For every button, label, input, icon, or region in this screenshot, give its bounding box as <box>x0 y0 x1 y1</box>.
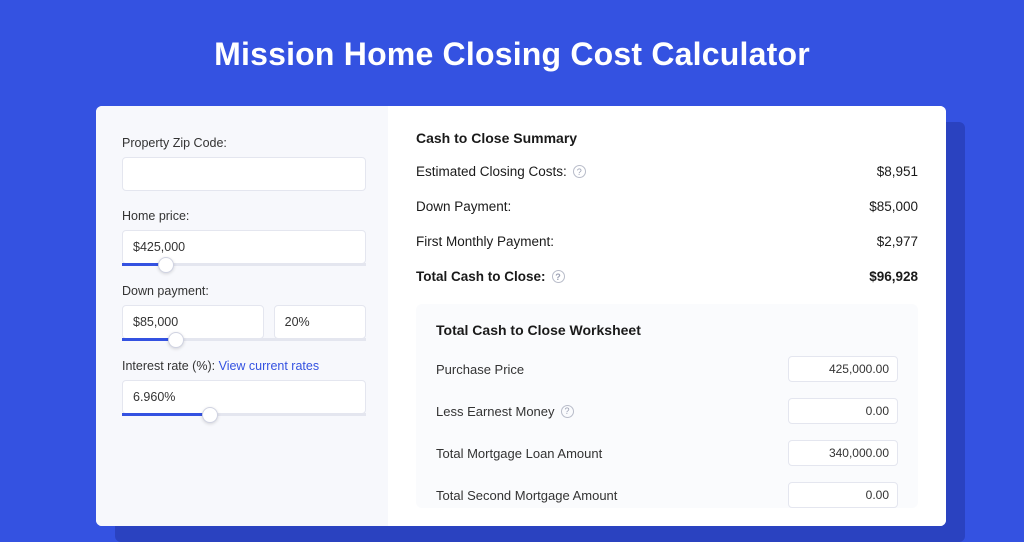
help-icon[interactable]: ? <box>552 270 565 283</box>
summary-value: $96,928 <box>869 269 918 284</box>
worksheet-row-second-mortgage: Total Second Mortgage Amount <box>436 482 898 508</box>
worksheet-panel: Total Cash to Close Worksheet Purchase P… <box>416 304 918 508</box>
worksheet-input[interactable] <box>788 482 898 508</box>
worksheet-label-text: Total Second Mortgage Amount <box>436 488 617 503</box>
help-icon[interactable]: ? <box>561 405 574 418</box>
worksheet-row-purchase-price: Purchase Price <box>436 356 898 382</box>
slider-track <box>122 338 366 341</box>
zip-field: Property Zip Code: <box>122 136 366 191</box>
summary-row-closing-costs: Estimated Closing Costs: ? $8,951 <box>416 164 918 179</box>
worksheet-input[interactable] <box>788 356 898 382</box>
home-price-slider[interactable] <box>122 230 366 266</box>
home-price-field: Home price: <box>122 209 366 266</box>
slider-thumb[interactable] <box>202 407 218 423</box>
home-price-label: Home price: <box>122 209 366 223</box>
interest-rate-field: Interest rate (%): View current rates <box>122 359 366 416</box>
interest-rate-input[interactable] <box>122 380 366 414</box>
calculator-card: Property Zip Code: Home price: Down paym… <box>96 106 946 526</box>
interest-rate-slider[interactable] <box>122 380 366 416</box>
summary-label-text: Down Payment: <box>416 199 511 214</box>
down-payment-label: Down payment: <box>122 284 366 298</box>
summary-value: $2,977 <box>877 234 918 249</box>
down-payment-field: Down payment: <box>122 284 366 341</box>
down-payment-slider[interactable] <box>122 305 366 341</box>
summary-label-text: Estimated Closing Costs: <box>416 164 567 179</box>
worksheet-label-text: Purchase Price <box>436 362 524 377</box>
summary-value: $85,000 <box>869 199 918 214</box>
slider-thumb[interactable] <box>168 332 184 348</box>
slider-fill <box>122 413 210 416</box>
worksheet-row-mortgage-amount: Total Mortgage Loan Amount <box>436 440 898 466</box>
view-rates-link[interactable]: View current rates <box>219 359 320 373</box>
zip-input[interactable] <box>122 157 366 191</box>
summary-row-total: Total Cash to Close: ? $96,928 <box>416 269 918 284</box>
worksheet-input[interactable] <box>788 398 898 424</box>
results-pane: Cash to Close Summary Estimated Closing … <box>388 106 946 526</box>
summary-heading: Cash to Close Summary <box>416 130 918 146</box>
worksheet-label-text: Less Earnest Money <box>436 404 555 419</box>
worksheet-heading: Total Cash to Close Worksheet <box>436 322 898 338</box>
slider-track <box>122 263 366 266</box>
zip-label: Property Zip Code: <box>122 136 366 150</box>
summary-label-text: First Monthly Payment: <box>416 234 554 249</box>
interest-rate-label-text: Interest rate (%): <box>122 359 215 373</box>
down-payment-pct-input[interactable] <box>274 305 366 339</box>
slider-thumb[interactable] <box>158 257 174 273</box>
worksheet-label-text: Total Mortgage Loan Amount <box>436 446 602 461</box>
slider-track <box>122 413 366 416</box>
worksheet-input[interactable] <box>788 440 898 466</box>
summary-label-text: Total Cash to Close: <box>416 269 546 284</box>
worksheet-row-earnest-money: Less Earnest Money ? <box>436 398 898 424</box>
interest-rate-label: Interest rate (%): View current rates <box>122 359 366 373</box>
help-icon[interactable]: ? <box>573 165 586 178</box>
inputs-pane: Property Zip Code: Home price: Down paym… <box>96 106 388 526</box>
down-payment-input[interactable] <box>122 305 264 339</box>
summary-row-down-payment: Down Payment: $85,000 <box>416 199 918 214</box>
summary-value: $8,951 <box>877 164 918 179</box>
summary-row-first-payment: First Monthly Payment: $2,977 <box>416 234 918 249</box>
page-title: Mission Home Closing Cost Calculator <box>0 0 1024 101</box>
